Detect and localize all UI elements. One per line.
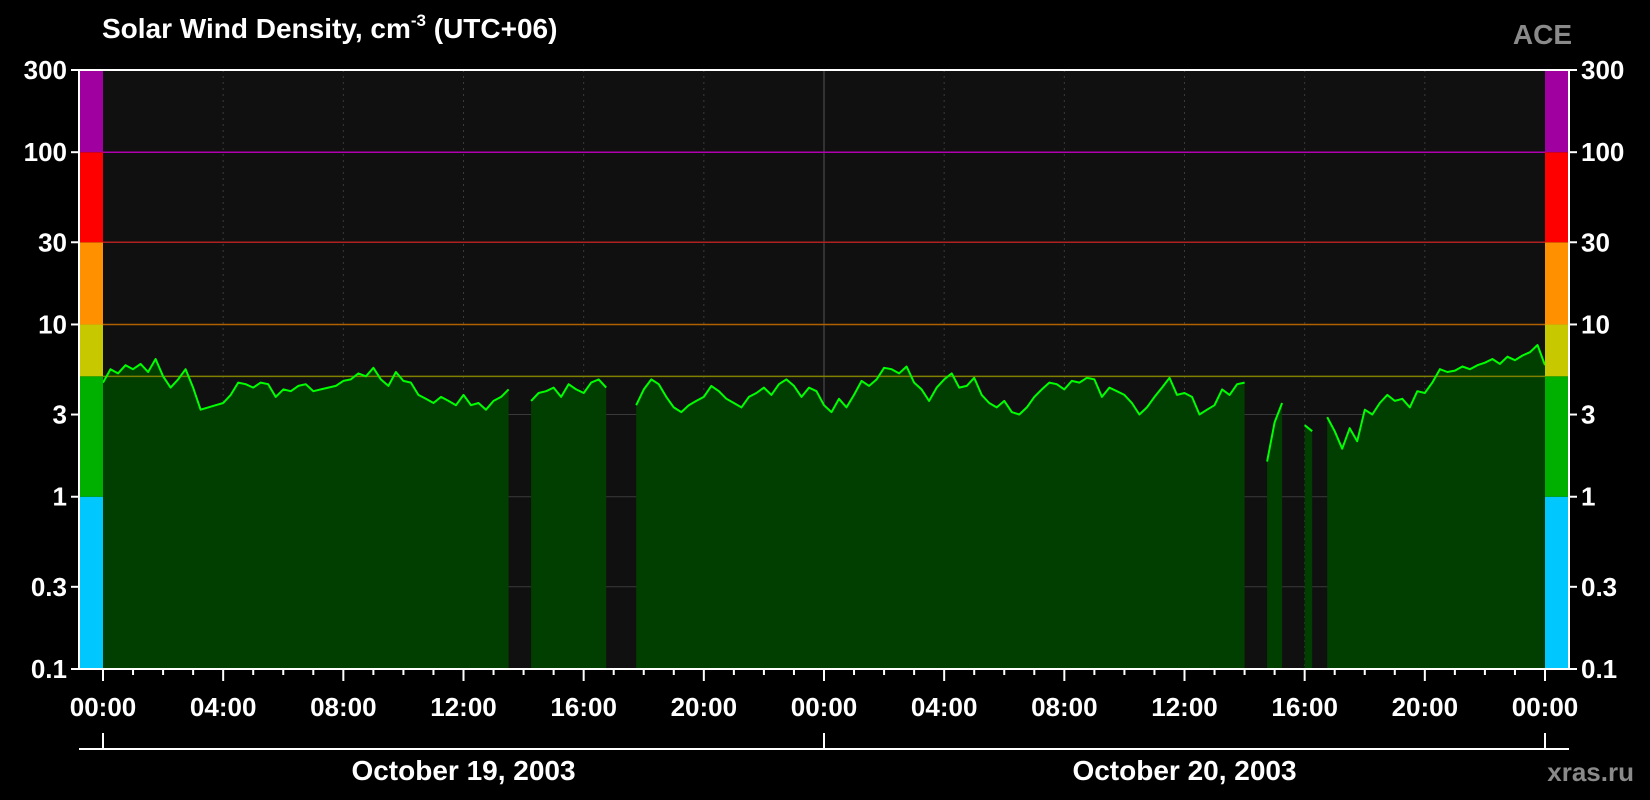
level-band-right xyxy=(1545,376,1569,497)
y-tick-label-right: 300 xyxy=(1581,55,1624,85)
x-tick-label: 20:00 xyxy=(1392,692,1459,722)
x-tick-label: 00:00 xyxy=(1512,692,1579,722)
chart-title-suffix xyxy=(426,13,434,44)
density-area-segment xyxy=(103,359,509,669)
y-tick-label-left: 0.3 xyxy=(31,572,67,602)
density-area-segment xyxy=(1304,425,1313,669)
date-label: October 20, 2003 xyxy=(1072,755,1296,786)
level-band-left xyxy=(79,376,103,497)
date-label: October 19, 2003 xyxy=(351,755,575,786)
x-tick-label: 00:00 xyxy=(70,692,137,722)
y-tick-label-right: 100 xyxy=(1581,137,1624,167)
level-band-left xyxy=(79,496,103,669)
level-band-right xyxy=(1545,324,1569,377)
watermark: xras.ru xyxy=(1547,757,1634,787)
density-chart: Solar Wind Density, cm-3 (UTC+06) ACE 30… xyxy=(24,11,1634,787)
y-tick-label-left: 3 xyxy=(53,400,67,430)
level-band-left xyxy=(79,324,103,377)
chart-title: Solar Wind Density, cm-3 (UTC+06) xyxy=(102,11,557,44)
x-tick-label: 12:00 xyxy=(1151,692,1218,722)
level-band-left xyxy=(79,242,103,325)
x-tick-label: 20:00 xyxy=(671,692,738,722)
level-band-right xyxy=(1545,70,1569,153)
x-tick-label: 08:00 xyxy=(1031,692,1098,722)
y-tick-label-left: 0.1 xyxy=(31,654,67,684)
chart-title-main: Solar Wind Density, cm xyxy=(102,13,411,44)
x-tick-label: 04:00 xyxy=(190,692,257,722)
chart-title-superscript: -3 xyxy=(411,11,426,30)
level-bands-left xyxy=(79,70,103,669)
x-tick-label: 00:00 xyxy=(791,692,858,722)
y-tick-label-left: 300 xyxy=(24,55,67,85)
x-tick-label: 12:00 xyxy=(430,692,497,722)
level-band-left xyxy=(79,70,103,153)
level-band-right xyxy=(1545,496,1569,669)
y-tick-label-right: 3 xyxy=(1581,400,1595,430)
level-band-left xyxy=(79,152,103,243)
date-axis: October 19, 2003 October 20, 2003 xyxy=(79,733,1569,786)
y-tick-label-right: 0.1 xyxy=(1581,654,1617,684)
y-tick-label-left: 10 xyxy=(38,309,67,339)
x-tick-label: 08:00 xyxy=(310,692,377,722)
level-band-right xyxy=(1545,242,1569,325)
density-area-segment xyxy=(636,366,1245,669)
level-band-right xyxy=(1545,152,1569,243)
y-tick-label-left: 1 xyxy=(53,482,67,512)
y-tick-label-right: 1 xyxy=(1581,482,1595,512)
level-bands-right xyxy=(1545,70,1569,669)
y-axis-right: 300 100 30 10 3 1 0.3 0.1 xyxy=(1569,55,1624,684)
x-axis: 00:00 04:00 08:00 12:00 16:00 20:00 00:00 04:00… xyxy=(70,669,1579,722)
x-tick-label: 16:00 xyxy=(550,692,617,722)
source-label: ACE xyxy=(1513,19,1572,50)
y-tick-label-right: 30 xyxy=(1581,227,1610,257)
x-tick-label: 16:00 xyxy=(1271,692,1338,722)
y-tick-label-left: 100 xyxy=(24,137,67,167)
y-tick-label-right: 0.3 xyxy=(1581,572,1617,602)
x-tick-label: 04:00 xyxy=(911,692,978,722)
y-axis-left: 300 100 30 10 3 1 0.3 0.1 xyxy=(24,55,79,684)
y-tick-label-left: 30 xyxy=(38,227,67,257)
y-tick-label-right: 10 xyxy=(1581,309,1610,339)
density-area-segment xyxy=(531,379,607,669)
chart-title-utc: (UTC+06) xyxy=(434,13,558,44)
